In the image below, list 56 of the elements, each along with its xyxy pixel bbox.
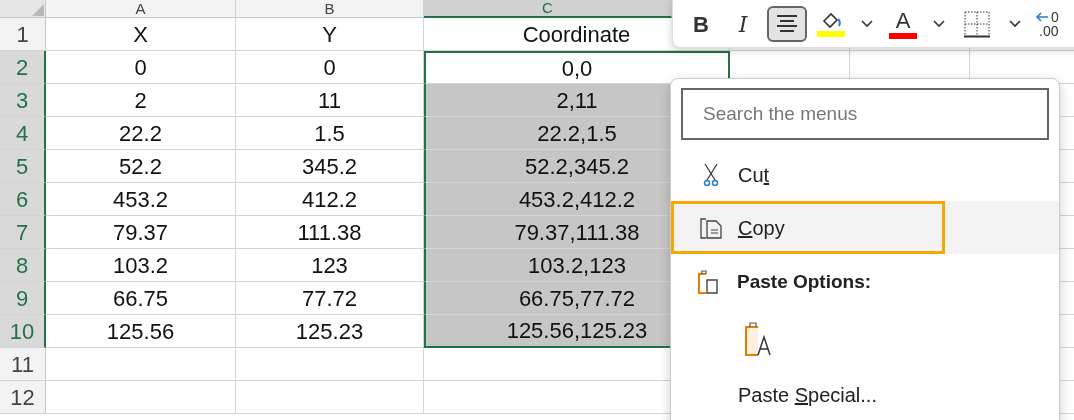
row-header[interactable]: 11 <box>0 348 46 381</box>
table-cell: 79.37 <box>46 216 236 249</box>
italic-button[interactable]: I <box>725 6 761 42</box>
search-field[interactable]: Search the menus <box>681 88 1049 140</box>
table-cell: 22.2 <box>46 117 236 150</box>
table-cell: 123 <box>236 249 424 282</box>
clipboard-icon <box>697 270 719 294</box>
row-header[interactable]: 1 <box>0 18 46 51</box>
chevron-down-icon <box>1009 20 1021 28</box>
scissors-icon <box>703 162 719 187</box>
column-header[interactable]: B <box>236 0 424 18</box>
table-cell: 453.2 <box>46 183 236 216</box>
table-cell: 66.75 <box>46 282 236 315</box>
row-header[interactable]: 5 <box>0 150 46 183</box>
row-header[interactable]: 7 <box>0 216 46 249</box>
chevron-down-icon <box>933 20 945 28</box>
table-cell: 77.72 <box>236 282 424 315</box>
row-header[interactable]: 6 <box>0 183 46 216</box>
menu-section-heading: Paste Options: <box>737 269 872 294</box>
bold-button[interactable]: B <box>683 6 719 42</box>
row-header[interactable]: 8 <box>0 249 46 282</box>
align-center-icon <box>775 14 799 34</box>
triangle-icon <box>32 4 44 16</box>
table-cell: 52.2 <box>46 150 236 183</box>
column-header[interactable]: A <box>46 0 236 18</box>
row-header[interactable]: 3 <box>0 84 46 117</box>
table-cell: 1.5 <box>236 117 424 150</box>
table-cell: Y <box>236 18 424 51</box>
chevron-down-icon <box>861 20 873 28</box>
font-color-button[interactable]: A <box>885 6 921 42</box>
clipboard-text-icon <box>744 321 774 357</box>
table-cell: 0 <box>46 51 236 84</box>
menu-item[interactable]: Paste Special... <box>671 368 945 420</box>
table-cell: 125.56 <box>46 315 236 348</box>
table-cell: 0,0 <box>424 51 730 84</box>
table-cell: 345.2 <box>236 150 424 183</box>
table-cell: 11 <box>236 84 424 117</box>
table-cell: 111.38 <box>236 216 424 249</box>
decrease-decimal-button[interactable]: 0 .00 <box>1033 6 1069 42</box>
column-header[interactable]: C <box>424 0 672 18</box>
table-cell: 103.2 <box>46 249 236 282</box>
row-header[interactable]: 4 <box>0 117 46 150</box>
table-cell: X <box>46 18 236 51</box>
row-header[interactable]: 9 <box>0 282 46 315</box>
table-cell: 125.23 <box>236 315 424 348</box>
table-cell: 2 <box>46 84 236 117</box>
borders-icon <box>963 10 991 38</box>
table-cell: 412.2 <box>236 183 424 216</box>
copy-icon <box>699 215 723 240</box>
row-header[interactable]: 12 <box>0 381 46 414</box>
row-header[interactable]: 2 <box>0 51 46 84</box>
menu-item[interactable]: Copy <box>671 201 945 254</box>
table-cell: 0 <box>236 51 424 84</box>
row-header[interactable]: 10 <box>0 315 46 348</box>
arrow-left-icon <box>1035 12 1049 22</box>
center-align-button[interactable] <box>767 6 807 42</box>
